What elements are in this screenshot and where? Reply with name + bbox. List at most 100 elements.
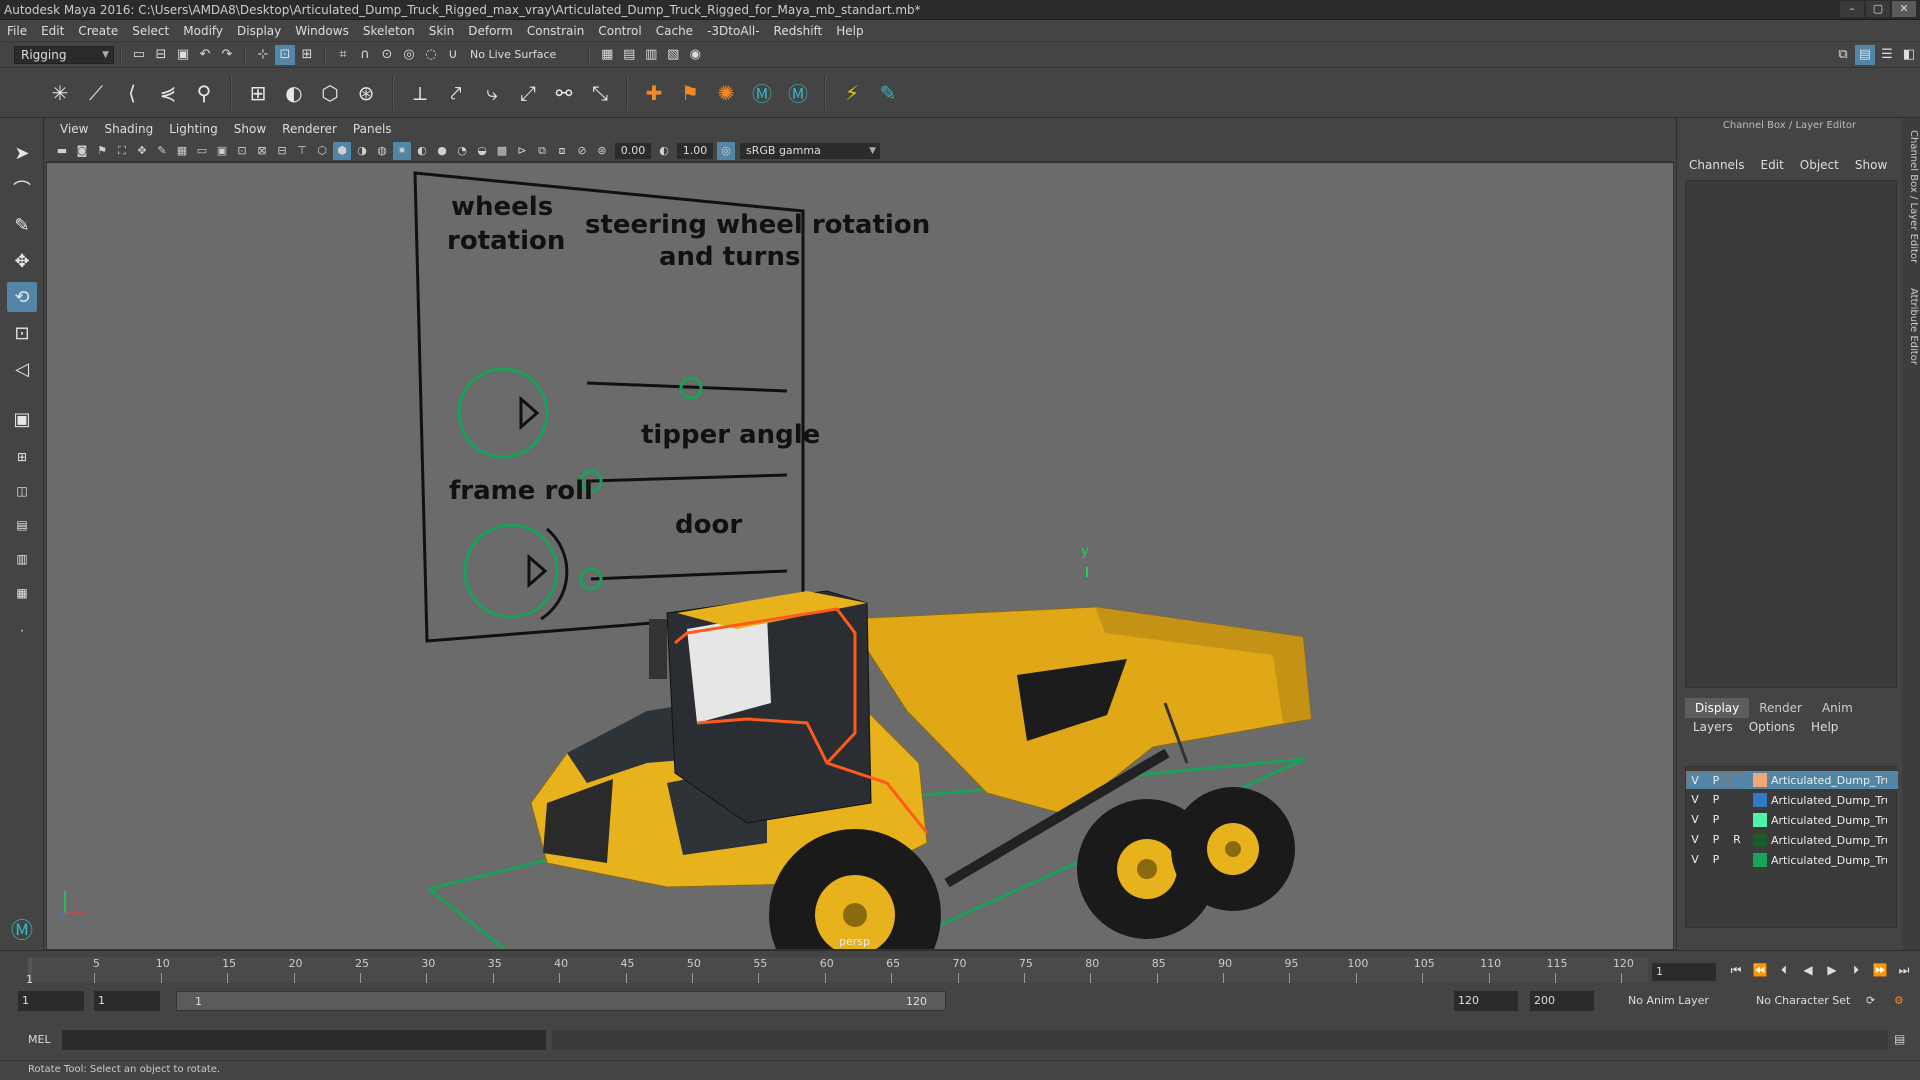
layer-reference-toggle[interactable]: R	[1728, 832, 1746, 848]
dump-truck-model[interactable]: y	[530, 544, 1312, 950]
snap-point-icon[interactable]: ⊙	[377, 45, 397, 65]
motion-blur-icon[interactable]: ◔	[453, 142, 471, 160]
layer-playback-toggle[interactable]: P	[1707, 772, 1725, 788]
menu-file[interactable]: File	[0, 24, 34, 38]
render-settings-icon[interactable]: ▧	[663, 45, 683, 65]
custom-layout-icon[interactable]: ·	[7, 618, 37, 644]
mel-label[interactable]: MEL	[28, 1033, 51, 1046]
layer-menu-options[interactable]: Options	[1741, 720, 1803, 734]
layer-visibility-toggle[interactable]: V	[1686, 852, 1704, 868]
menu-windows[interactable]: Windows	[288, 24, 356, 38]
film-gate-icon[interactable]: ▭	[193, 142, 211, 160]
layer-playback-toggle[interactable]: P	[1707, 812, 1725, 828]
select-object-icon[interactable]: ⊡	[275, 44, 295, 65]
snap-view-icon[interactable]: ◎	[399, 45, 419, 65]
safe-action-icon[interactable]: ⊟	[273, 142, 291, 160]
colorspace-dropdown[interactable]: sRGB gamma ▼	[740, 142, 880, 159]
point-constraint-icon[interactable]: ⟂	[405, 78, 435, 108]
layer-color-swatch[interactable]	[1753, 793, 1767, 807]
auto-key-icon[interactable]: ⟳	[1862, 991, 1882, 1011]
gamma-field[interactable]: 1.00	[677, 142, 713, 159]
xray-components-icon[interactable]: ⊘	[573, 142, 591, 160]
end-time-field[interactable]: 200	[1530, 991, 1594, 1011]
layer-playback-toggle[interactable]: P	[1707, 832, 1725, 848]
textured-icon[interactable]: ◍	[373, 142, 391, 160]
layer-row[interactable]: V P Articulated_Dump_Truck	[1686, 811, 1898, 829]
play-forwards-icon[interactable]: ▶	[1820, 963, 1844, 981]
layer-color-swatch[interactable]	[1753, 813, 1767, 827]
side-tab-channel-box[interactable]: Channel Box / Layer Editor	[1903, 130, 1919, 263]
orient-constraint-icon[interactable]: ⤷	[477, 78, 507, 108]
layer-visibility-toggle[interactable]: V	[1686, 792, 1704, 808]
four-view-icon[interactable]: ⊞	[7, 444, 37, 470]
range-slider[interactable]: 1 120	[176, 991, 946, 1011]
undo-icon[interactable]: ↶	[195, 45, 215, 65]
go-to-start-icon[interactable]: ⏮	[1724, 963, 1748, 981]
rotate-tool-icon[interactable]: ⟲	[7, 282, 37, 312]
menu-modify[interactable]: Modify	[176, 24, 230, 38]
field-chart-icon[interactable]: ⊠	[253, 142, 271, 160]
layer-playback-toggle[interactable]: P	[1707, 852, 1725, 868]
3d-viewport[interactable]: y wheels rotation steering wheel rotatio…	[46, 162, 1674, 950]
select-tool-icon[interactable]: ➤	[7, 138, 37, 168]
cb-menu-channels[interactable]: Channels	[1681, 158, 1753, 172]
isolate-select-icon[interactable]: ⊳	[513, 142, 531, 160]
scale-constraint-icon[interactable]: ⤢	[513, 78, 543, 108]
layer-row[interactable]: V P R Articulated_Dump_Truck	[1686, 831, 1898, 849]
scale-tool-icon[interactable]: ⊡	[7, 318, 37, 348]
menu-edit[interactable]: Edit	[34, 24, 71, 38]
wheels-rotation-control[interactable]	[457, 367, 549, 459]
two-view-icon[interactable]: ◫	[7, 478, 37, 504]
cb-menu-edit[interactable]: Edit	[1753, 158, 1792, 172]
ambient-occlusion-icon[interactable]: ●	[433, 142, 451, 160]
ik-handle-icon[interactable]: ⟋	[81, 78, 111, 108]
anti-alias-icon[interactable]: ◒	[473, 142, 491, 160]
vp-menu-view[interactable]: View	[52, 122, 96, 136]
cluster-icon[interactable]: ⊛	[351, 78, 381, 108]
layer-row[interactable]: V P Articulated_Dump_Truck	[1686, 771, 1898, 789]
shade-wire-icon[interactable]: ◑	[353, 142, 371, 160]
menu-select[interactable]: Select	[125, 24, 176, 38]
layer-reference-toggle[interactable]	[1728, 852, 1746, 868]
start-time-field[interactable]: 1	[18, 991, 84, 1011]
live-surface-label[interactable]: No Live Surface	[470, 48, 556, 61]
layer-menu-layers[interactable]: Layers	[1685, 720, 1741, 734]
side-tab-attribute-editor[interactable]: Attribute Editor	[1903, 288, 1919, 365]
hypershade-icon[interactable]: ◉	[685, 45, 705, 65]
outliner-view-icon[interactable]: ▤	[7, 512, 37, 538]
resolution-gate-icon[interactable]: ▣	[213, 142, 231, 160]
color-management-icon[interactable]: ◎	[717, 141, 735, 160]
hypershade-view-icon[interactable]: ▦	[7, 580, 37, 606]
channel-box-area[interactable]	[1685, 180, 1897, 688]
playback-end-field[interactable]: 120	[1454, 991, 1518, 1011]
layer-color-swatch[interactable]	[1753, 833, 1767, 847]
layer-menu-help[interactable]: Help	[1803, 720, 1846, 734]
depth-of-field-icon[interactable]: ▩	[493, 142, 511, 160]
tab-anim[interactable]: Anim	[1812, 698, 1863, 718]
layer-visibility-toggle[interactable]: V	[1686, 812, 1704, 828]
layer-color-swatch[interactable]	[1753, 773, 1767, 787]
vp-menu-lighting[interactable]: Lighting	[161, 122, 226, 136]
snap-grid-icon[interactable]: ⌗	[333, 45, 353, 65]
ipr-render-icon[interactable]: ▥	[641, 45, 661, 65]
layer-playback-toggle[interactable]: P	[1707, 792, 1725, 808]
single-view-icon[interactable]: ▣	[7, 404, 37, 434]
step-back-frame-icon[interactable]: ⏴	[1772, 963, 1796, 981]
vp-menu-shading[interactable]: Shading	[96, 122, 161, 136]
cb-menu-object[interactable]: Object	[1792, 158, 1847, 172]
toggle-channel-box-icon[interactable]: ▤	[1855, 44, 1875, 65]
graph-view-icon[interactable]: ▥	[7, 546, 37, 572]
smooth-shade-icon[interactable]: ⬢	[333, 141, 351, 160]
xray-icon[interactable]: ⧉	[533, 142, 551, 160]
redo-icon[interactable]: ↷	[217, 45, 237, 65]
gamma-icon[interactable]: ◐	[655, 142, 673, 160]
safe-title-icon[interactable]: ⊤	[293, 142, 311, 160]
bind-skin-icon[interactable]: ⊞	[243, 78, 273, 108]
anim-prefs-icon[interactable]: ⚙	[1890, 991, 1910, 1011]
toggle-tool-settings-icon[interactable]: ◧	[1899, 45, 1919, 65]
cb-menu-show[interactable]: Show	[1847, 158, 1895, 172]
joint-tool-icon[interactable]: ✳	[45, 78, 75, 108]
time-slider[interactable]: 5 10 15 20 25 30 35 40 45 50 55 60 65 70 75 80 85 90 95 100…	[0, 950, 1920, 986]
gate-mask-icon[interactable]: ⊡	[233, 142, 251, 160]
save-scene-icon[interactable]: ▣	[173, 45, 193, 65]
